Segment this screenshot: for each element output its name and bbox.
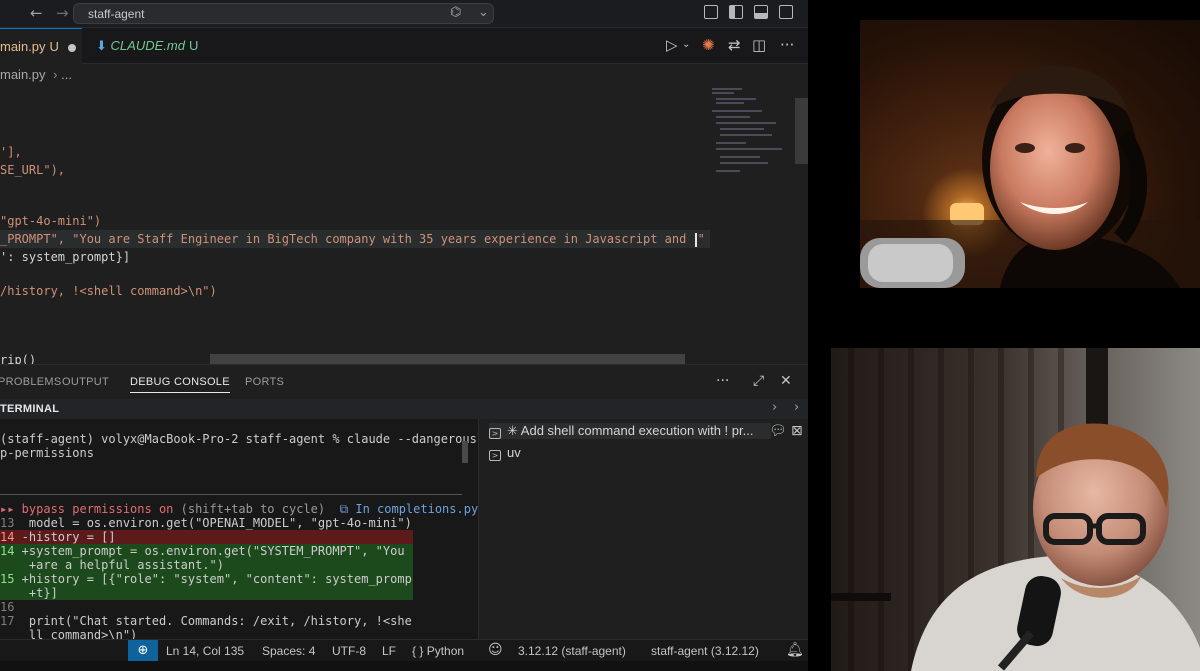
code-line: /history, !<shell command>\n") [0,284,217,298]
tab-ports[interactable]: PORTS [245,376,284,388]
markdown-file-icon: ⬇ [96,39,107,54]
more-actions-icon[interactable]: ··· [716,373,729,389]
diff-line: 13 model = os.environ.get("OPENAI_MODEL"… [0,516,412,530]
diff-line-removed: 14 -history = [] [0,530,413,544]
tab-main-py[interactable]: main.py U [0,28,82,64]
indentation[interactable]: Spaces: 4 [262,644,315,658]
breadcrumb[interactable]: main.py › ... [0,64,72,86]
minimap[interactable] [708,86,794,176]
terminal-label: TERMINAL [0,403,60,415]
toggle-panel-icon[interactable] [754,5,768,19]
code-line: "gpt-4o-mini") [0,214,102,228]
permission-mode-line: ▸▸ bypass permissions on (shift+tab to c… [0,502,478,516]
git-status-badge: U [49,39,59,54]
chevron-down-icon[interactable]: ⌄ [682,39,690,50]
code-line: ': system_prompt}] [0,250,131,264]
split-editor-icon[interactable]: ◫ [752,36,766,54]
git-status-badge: U [188,38,199,53]
webcam-feed-bottom [831,348,1200,671]
command-center-search[interactable]: staff-agent ⌬ ⌄ [73,3,494,24]
notifications-bell-icon[interactable]: 🔔︎ [786,642,804,658]
vscode-window: ← → staff-agent ⌬ ⌄ main.py U ⬇ CLAUDE.md… [0,0,808,671]
chevron-right-icon[interactable]: › [772,400,777,415]
zoom-icon[interactable]: ⊕ [128,640,158,662]
run-icon[interactable]: ▷ [666,36,678,54]
tab-debug-console[interactable]: DEBUG CONSOLE [130,376,230,393]
terminal-section-header: TERMINAL › › [0,399,808,419]
code-line: '], [0,145,22,159]
breadcrumb-file[interactable]: main.py [0,67,46,82]
unsaved-dot-icon[interactable] [67,43,76,52]
tab-problems[interactable]: PROBLEMS [0,376,62,388]
breadcrumb-more[interactable]: ... [61,67,72,82]
chevron-down-icon[interactable]: ⌄ [478,5,489,20]
text-cursor [694,232,697,247]
tab-output[interactable]: OUTPUT [62,376,109,388]
tab-label: main.py [0,39,46,54]
code-line-current: _PROMPT", "You are Staff Engineer in Big… [0,230,710,248]
toggle-secondary-sidebar-icon[interactable] [729,5,743,19]
editor-tab-bar: main.py U ⬇ CLAUDE.md U ▷ ⌄ ✺ ⇄ ◫ ··· [0,28,808,64]
workspace-name: staff-agent [88,7,145,21]
webcam-scene-bottom [831,348,1200,671]
close-panel-icon[interactable]: ✕ [780,373,792,389]
arrow-left-icon[interactable]: ← [30,4,43,22]
title-bar: ← → staff-agent ⌬ ⌄ [0,0,808,28]
maximize-panel-icon[interactable]: ⤢ [753,373,764,389]
line-ending[interactable]: LF [382,644,396,658]
customize-layout-icon[interactable] [779,5,793,19]
webcam-scene-top [860,20,1200,288]
tab-label: CLAUDE.md [110,38,185,53]
breadcrumb-separator-icon: › [53,67,58,82]
more-actions-icon[interactable]: ··· [780,36,794,54]
claude-icon[interactable]: ✺ [702,36,715,54]
language-mode[interactable]: { } Python [412,644,464,658]
code-editor[interactable]: '], SE_URL"), "gpt-4o-mini") _PROMPT", "… [0,86,795,364]
terminal-session-claude[interactable]: > ✳ Add shell command execution with ! pr… [489,423,771,439]
compare-changes-icon[interactable]: ⇄ [728,36,741,54]
encoding[interactable]: UTF-8 [332,644,366,658]
panel-tab-bar: PROBLEMS OUTPUT DEBUG CONSOLE PORTS ··· … [0,364,808,399]
status-bar: ⊕ Ln 14, Col 135 Spaces: 4 UTF-8 LF { } … [0,639,808,662]
kill-terminal-icon[interactable]: ⊠ [791,423,803,439]
terminal-divider [0,494,462,495]
terminal-scrollbar[interactable] [462,441,468,463]
python-environment[interactable]: staff-agent (3.12.12) [651,644,759,658]
tab-claude-md[interactable]: ⬇ CLAUDE.md U [84,28,224,64]
chevron-right-icon[interactable]: › [794,400,799,415]
diff-line-added: 15 +history = [{"role": "system", "conte… [0,572,413,586]
chat-icon[interactable]: 💬︎ [769,423,787,439]
vertical-scrollbar[interactable] [795,98,808,164]
cursor-position[interactable]: Ln 14, Col 135 [166,644,244,658]
diff-line: ll command>\n") [0,628,138,639]
diff-line: 16 [0,600,15,614]
terminal-icon: > [489,428,501,439]
window-bottom-edge [0,661,808,671]
diff-line-added: 14 +system_prompt = os.environ.get("SYST… [0,544,413,558]
toggle-primary-sidebar-icon[interactable] [704,5,718,19]
code-line: rip() [0,353,37,364]
copilot-icon[interactable]: ☺ [488,642,503,658]
terminal-icon: > [489,450,501,461]
diff-line-added: +are a helpful assistant.") [0,558,413,572]
copilot-chat-icon[interactable]: ⌬ [450,5,461,20]
terminal-line: (staff-agent) volyx@MacBook-Pro-2 staff-… [0,432,478,446]
code-line: SE_URL"), [0,163,66,177]
arrow-right-icon[interactable]: → [56,4,69,22]
terminal-session-uv[interactable]: > uv [489,445,521,461]
terminal[interactable]: (staff-agent) volyx@MacBook-Pro-2 staff-… [0,419,478,639]
terminal-session-list: > ✳ Add shell command execution with ! pr… [478,419,808,639]
python-interpreter[interactable]: 3.12.12 (staff-agent) [518,644,626,658]
diff-line-added: +t}] [0,586,413,600]
horizontal-scrollbar[interactable] [210,354,685,364]
webcam-feed-top [860,20,1200,288]
terminal-line: p-permissions [0,446,94,460]
diff-line: 17 print("Chat started. Commands: /exit,… [0,614,412,628]
